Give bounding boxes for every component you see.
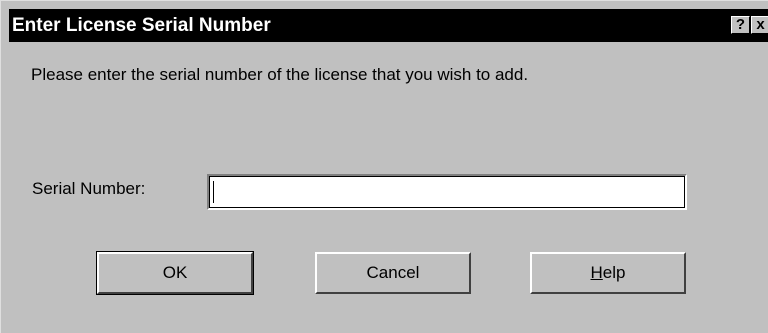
- cancel-button[interactable]: Cancel: [315, 252, 471, 294]
- serial-number-label: Serial Number:: [32, 179, 146, 198]
- help-icon[interactable]: ?: [731, 16, 750, 34]
- help-mnemonic: H: [590, 263, 603, 282]
- instruction-text: Please enter the serial number of the li…: [31, 65, 529, 84]
- title-bar[interactable]: Enter License Serial Number ? x: [9, 9, 768, 42]
- serial-number-input[interactable]: [207, 174, 687, 210]
- text-caret: [213, 181, 214, 203]
- close-icon[interactable]: x: [751, 16, 768, 34]
- dialog-title: Enter License Serial Number: [12, 15, 271, 36]
- ok-button[interactable]: OK: [96, 251, 254, 295]
- license-dialog: Enter License Serial Number ? x Please e…: [0, 0, 768, 333]
- help-button[interactable]: Help: [530, 252, 686, 294]
- help-label-rest: elp: [602, 263, 626, 282]
